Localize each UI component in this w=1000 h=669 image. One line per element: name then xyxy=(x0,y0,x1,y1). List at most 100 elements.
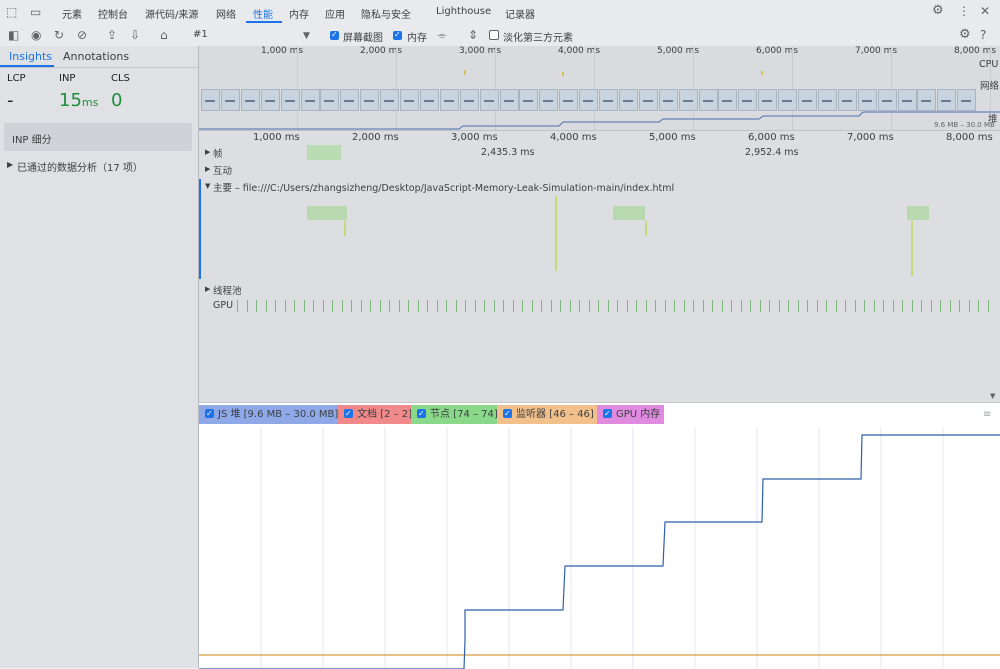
screenshot-thumbnail[interactable] xyxy=(738,89,758,111)
screenshot-thumbnail[interactable] xyxy=(917,89,937,111)
resize-handle-icon[interactable]: ≡ xyxy=(983,409,991,420)
gpu-memory-checkbox[interactable] xyxy=(603,404,612,423)
screenshot-thumbnail[interactable] xyxy=(220,89,240,111)
scroll-down-icon[interactable]: ▼ xyxy=(990,392,995,400)
screenshot-thumbnail[interactable] xyxy=(897,89,917,111)
screenshot-thumbnail[interactable] xyxy=(937,89,957,111)
device-toolbar-icon[interactable]: ▭ xyxy=(30,6,41,18)
screenshot-thumbnail[interactable] xyxy=(201,89,220,111)
screenshot-thumbnail[interactable] xyxy=(718,89,738,111)
screenshot-thumbnail[interactable] xyxy=(817,89,837,111)
js-heap-checkbox[interactable] xyxy=(205,404,214,423)
interactions-expand-icon[interactable]: ▶ xyxy=(205,165,210,173)
tab-application[interactable]: 应用 xyxy=(325,6,345,21)
screenshot-thumbnail[interactable] xyxy=(698,89,718,111)
timeline-overview[interactable]: 1,000 ms 2,000 ms 3,000 ms 4,000 ms 5,000 ms… xyxy=(199,46,1000,131)
threadpool-expand-icon[interactable]: ▶ xyxy=(205,285,210,293)
tab-insights[interactable]: Insights xyxy=(9,50,52,63)
memory-checkbox[interactable] xyxy=(393,30,402,40)
screenshot-thumbnail[interactable] xyxy=(539,89,559,111)
download-icon[interactable]: ⇩ xyxy=(130,29,140,41)
dim-third-party-checkbox[interactable] xyxy=(489,30,499,40)
screenshot-thumbnail[interactable] xyxy=(439,89,459,111)
upload-icon[interactable]: ⇪ xyxy=(107,29,117,41)
main-thread-label[interactable]: 主要 – file:///C:/Users/zhangsizheng/Deskt… xyxy=(213,180,674,194)
frame-block[interactable] xyxy=(307,145,341,160)
threadpool-track-label[interactable]: 线程池 xyxy=(213,283,242,297)
tab-annotations[interactable]: Annotations xyxy=(63,50,129,63)
screenshot-thumbnail[interactable] xyxy=(419,89,439,111)
listeners-checkbox[interactable] xyxy=(503,404,512,423)
screenshot-thumbnail[interactable] xyxy=(499,89,519,111)
legend-gpu-memory[interactable]: GPU 内存 xyxy=(597,404,664,424)
tab-console[interactable]: 控制台 xyxy=(98,6,128,21)
legend-js-heap[interactable]: JS 堆 [9.6 MB – 30.0 MB] xyxy=(199,404,338,424)
screenshot-thumbnail[interactable] xyxy=(260,89,280,111)
main-collapse-icon[interactable]: ▼ xyxy=(205,182,210,190)
screenshot-thumbnail[interactable] xyxy=(877,89,897,111)
tab-sources[interactable]: 源代码/来源 xyxy=(145,6,198,21)
screenshot-thumbnail[interactable] xyxy=(678,89,698,111)
screenshot-thumbnail[interactable] xyxy=(519,89,539,111)
more-options-icon[interactable]: ⋮ xyxy=(958,5,970,17)
reload-record-icon[interactable]: ↻ xyxy=(54,29,64,41)
screenshot-thumbnail[interactable] xyxy=(758,89,778,111)
task-block[interactable] xyxy=(613,206,645,220)
screenshot-thumbnail[interactable] xyxy=(300,89,320,111)
screenshot-thumbnail[interactable] xyxy=(380,89,400,111)
task-block[interactable] xyxy=(555,196,557,271)
frames-expand-icon[interactable]: ▶ xyxy=(205,148,210,156)
screenshot-thumbnail[interactable] xyxy=(957,89,977,111)
screenshot-thumbnail[interactable] xyxy=(857,89,877,111)
tab-privacy-security[interactable]: 隐私与安全 xyxy=(361,6,411,21)
close-icon[interactable]: ✕ xyxy=(980,5,990,17)
chevron-down-icon[interactable]: ▼ xyxy=(303,30,310,42)
tab-network[interactable]: 网络 xyxy=(216,6,236,21)
tab-elements[interactable]: 元素 xyxy=(62,6,82,21)
screenshot-thumbnail[interactable] xyxy=(240,89,260,111)
documents-checkbox[interactable] xyxy=(344,404,353,423)
screenshot-thumbnail[interactable] xyxy=(360,89,380,111)
legend-nodes[interactable]: 节点 [74 – 74] xyxy=(411,404,498,424)
screenshot-thumbnail[interactable] xyxy=(837,89,857,111)
capture-settings-icon[interactable]: ⚙ xyxy=(959,28,971,41)
screenshot-thumbnail[interactable] xyxy=(618,89,638,111)
timeline-area[interactable]: 1,000 ms 2,000 ms 3,000 ms 4,000 ms 5,000 ms… xyxy=(199,46,1000,402)
inp-breakdown-card[interactable]: INP 细分 xyxy=(4,123,192,151)
screenshot-thumbnail[interactable] xyxy=(658,89,678,111)
tab-performance[interactable]: 性能 xyxy=(253,6,273,21)
screenshot-thumbnail[interactable] xyxy=(579,89,599,111)
legend-listeners[interactable]: 监听器 [46 – 46] xyxy=(497,404,597,424)
clear-icon[interactable]: ⊘ xyxy=(77,29,87,41)
home-icon[interactable]: ⌂ xyxy=(160,29,168,41)
screenshot-thumbnail[interactable] xyxy=(459,89,479,111)
nodes-checkbox[interactable] xyxy=(417,404,426,423)
collapse-tracks-icon[interactable]: ⇕ xyxy=(468,29,478,41)
tab-lighthouse[interactable]: Lighthouse xyxy=(436,6,491,17)
passed-insights-label[interactable]: 已通过的数据分析（17 项） xyxy=(17,159,143,174)
screenshot-thumbnail[interactable] xyxy=(559,89,579,111)
record-icon[interactable]: ◉ xyxy=(31,29,41,41)
legend-documents[interactable]: 文档 [2 – 2] xyxy=(338,404,412,424)
inspect-element-icon[interactable]: ⬚ xyxy=(6,6,17,18)
settings-gear-icon[interactable]: ⚙ xyxy=(932,4,944,17)
sidebar-toggle-icon[interactable]: ◧ xyxy=(8,29,19,41)
expand-arrow-icon[interactable]: ▶ xyxy=(7,160,13,169)
screenshot-thumbnail[interactable] xyxy=(280,89,300,111)
garbage-collect-icon[interactable]: ⌯ xyxy=(437,29,447,41)
task-block[interactable] xyxy=(307,206,347,220)
screenshot-thumbnail[interactable] xyxy=(638,89,658,111)
screenshot-thumbnail[interactable] xyxy=(479,89,499,111)
interactions-track-label[interactable]: 互动 xyxy=(213,163,232,177)
recording-select[interactable]: #1 xyxy=(193,29,208,40)
screenshots-checkbox[interactable] xyxy=(330,30,339,40)
help-icon[interactable]: ? xyxy=(980,29,986,41)
screenshot-thumbnail[interactable] xyxy=(320,89,340,111)
frames-track-label[interactable]: 帧 xyxy=(213,146,223,160)
task-block[interactable] xyxy=(911,221,913,276)
tab-recorder[interactable]: 记录器 xyxy=(505,6,535,21)
task-block[interactable] xyxy=(645,221,647,236)
task-block[interactable] xyxy=(907,206,929,220)
screenshot-thumbnail[interactable] xyxy=(778,89,798,111)
tab-memory[interactable]: 内存 xyxy=(289,6,309,21)
